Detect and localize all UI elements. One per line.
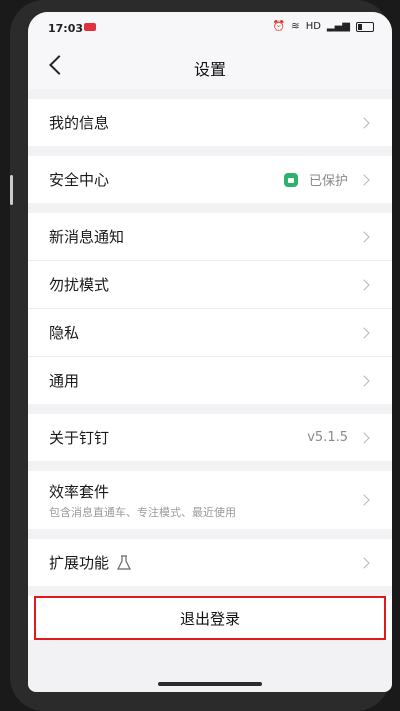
menu-item-label: 扩展功能 (49, 554, 110, 572)
menu-item-notifications[interactable]: 新消息通知 (28, 213, 392, 260)
nav-bar: 设置 (28, 44, 392, 89)
menu-item-extensions[interactable]: 扩展功能 (28, 539, 392, 586)
menu-item-efficiency-suite[interactable]: 效率套件 包含消息直通车、专注模式、最近使用 (28, 471, 392, 529)
screen: 17:03 ⏰ ≋ HD ▂▄▆ 设置 我的信息 安全中心 已保护 新消息通知 … (28, 12, 392, 692)
menu-item-label: 效率套件 (49, 482, 110, 501)
menu-item-label: 新消息通知 (49, 228, 125, 246)
menu-item-label: 隐私 (49, 324, 80, 342)
signal-icon: ▂▄▆ (326, 21, 350, 32)
group-security: 安全中心 已保护 (28, 156, 392, 203)
phone-frame: 17:03 ⏰ ≋ HD ▂▄▆ 设置 我的信息 安全中心 已保护 新消息通知 … (10, 0, 392, 711)
group-preferences: 新消息通知 勿扰模式 隐私 通用 (28, 213, 392, 404)
flask-icon (117, 554, 131, 570)
lock-icon (284, 172, 298, 187)
chevron-right-icon (358, 116, 370, 129)
status-bar: 17:03 ⏰ ≋ HD ▂▄▆ (28, 12, 392, 44)
menu-item-general[interactable]: 通用 (28, 356, 392, 404)
battery-icon (356, 21, 374, 32)
chevron-right-icon (358, 278, 370, 291)
chevron-right-icon (358, 374, 370, 387)
menu-item-label: 通用 (49, 372, 80, 390)
menu-item-security-center[interactable]: 安全中心 已保护 (28, 156, 392, 203)
chevron-right-icon (358, 431, 370, 444)
menu-item-label: 我的信息 (49, 114, 110, 132)
chevron-right-icon (358, 326, 370, 339)
logout-button[interactable]: 退出登录 (34, 596, 386, 640)
chevron-right-icon (358, 173, 370, 186)
home-indicator (158, 682, 262, 686)
logout-section: 退出登录 (28, 596, 392, 640)
group-my-info: 我的信息 (28, 89, 392, 146)
recording-icon (84, 23, 96, 31)
page-title: 设置 (193, 60, 226, 79)
wifi-icon: ≋ (291, 21, 300, 32)
chevron-right-icon (358, 230, 370, 243)
menu-item-sublabel: 包含消息直通车、专注模式、最近使用 (49, 505, 236, 519)
menu-item-about[interactable]: 关于钉钉 v5.1.5 (28, 414, 392, 461)
side-handle (10, 175, 13, 205)
chevron-right-icon (358, 556, 370, 569)
menu-item-text: 效率套件 包含消息直通车、专注模式、最近使用 (49, 481, 236, 520)
group-efficiency: 效率套件 包含消息直通车、专注模式、最近使用 (28, 471, 392, 529)
group-about: 关于钉钉 v5.1.5 (28, 414, 392, 461)
menu-item-label: 勿扰模式 (49, 276, 110, 294)
version-label: v5.1.5 (307, 430, 348, 445)
chevron-right-icon (358, 494, 370, 506)
menu-item-label: 关于钉钉 (49, 429, 110, 447)
menu-item-label: 安全中心 (49, 171, 110, 189)
status-time: 17:03 (48, 22, 84, 35)
group-extensions: 扩展功能 (28, 539, 392, 586)
menu-item-do-not-disturb[interactable]: 勿扰模式 (28, 260, 392, 308)
security-status: 已保护 (308, 174, 348, 189)
status-icons: ⏰ ≋ HD ▂▄▆ (273, 21, 374, 32)
menu-item-my-info[interactable]: 我的信息 (28, 99, 392, 146)
network-label: HD (305, 21, 321, 32)
menu-item-privacy[interactable]: 隐私 (28, 308, 392, 356)
alarm-icon: ⏰ (272, 21, 286, 32)
